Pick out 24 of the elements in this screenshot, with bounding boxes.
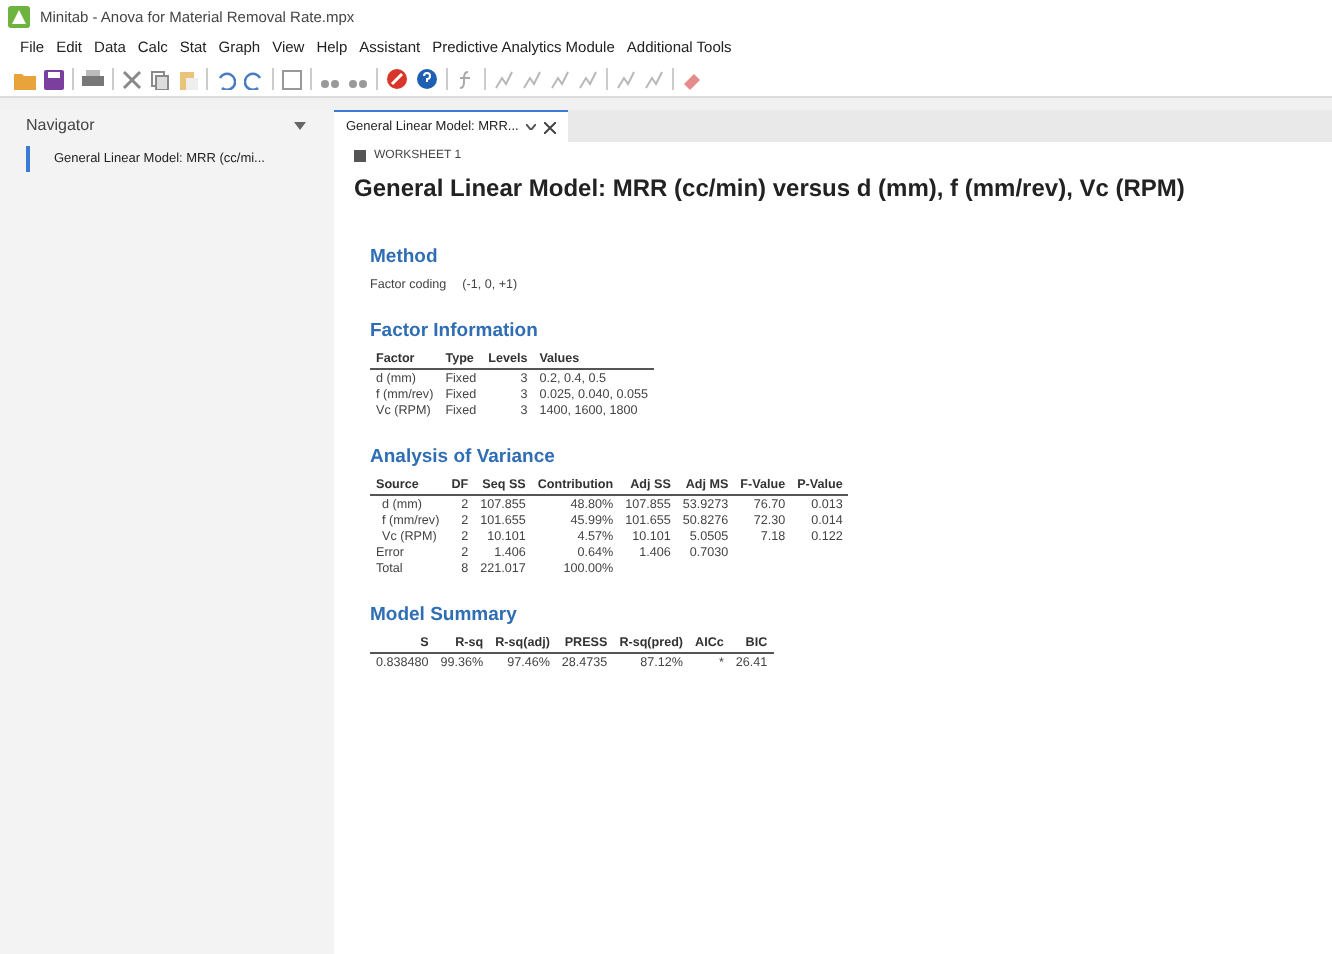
paste-icon[interactable]	[178, 69, 198, 89]
window-icon[interactable]	[282, 69, 302, 89]
copy-icon[interactable]	[150, 69, 170, 89]
section-heading: Analysis of Variance	[370, 446, 557, 468]
print-icon[interactable]	[82, 69, 104, 89]
stop-icon[interactable]	[386, 68, 408, 90]
folder-icon[interactable]	[14, 69, 36, 89]
save-icon[interactable]	[44, 69, 64, 89]
navigator-title: Navigator	[26, 116, 95, 134]
function-icon[interactable]	[456, 69, 476, 89]
redo-icon[interactable]	[244, 69, 264, 89]
section-heading: Model Summary	[370, 604, 519, 626]
eraser-icon[interactable]	[682, 69, 702, 89]
output-title: General Linear Model: MRR (cc/min) versus d (mm), f (mm/rev), Vc (RPM)	[354, 174, 1187, 202]
app-logo-icon	[8, 5, 30, 27]
section-heading: Factor Information	[370, 320, 540, 342]
section-heading: Method	[370, 246, 440, 268]
worksheet-icon	[354, 150, 366, 162]
undo-icon[interactable]	[216, 69, 236, 89]
help-icon[interactable]	[416, 68, 438, 90]
cut-icon[interactable]	[122, 69, 142, 89]
dropdown-icon[interactable]	[526, 124, 537, 130]
dropdown-icon[interactable]	[294, 121, 306, 129]
close-icon[interactable]	[544, 121, 557, 133]
